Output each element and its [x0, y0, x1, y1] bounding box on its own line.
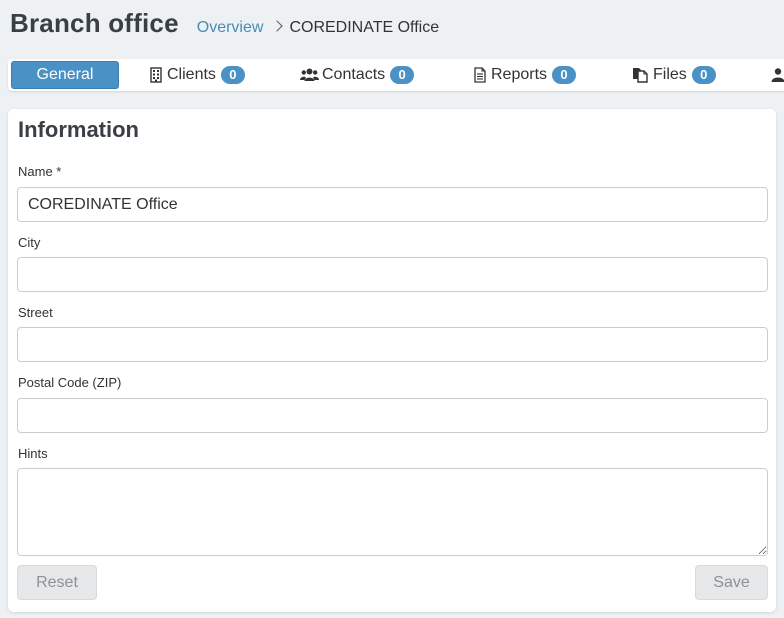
users-icon	[300, 67, 319, 83]
tab-label: General	[36, 66, 94, 83]
tab-contacts[interactable]: Contacts 0	[300, 61, 415, 89]
count-badge: 0	[220, 66, 245, 84]
page-header: Branch office Overview COREDINATE Office	[10, 8, 439, 48]
name-input[interactable]	[17, 187, 768, 222]
tab-bar: General Clients 0 Contacts 0 Reports 0 F…	[8, 59, 784, 91]
building-icon	[148, 67, 164, 83]
tab-label: Files	[653, 66, 687, 83]
hints-label: Hints	[18, 446, 48, 461]
chevron-right-icon	[271, 20, 284, 32]
tab-clients[interactable]: Clients 0	[148, 61, 245, 89]
breadcrumb-overview-link[interactable]: Overview	[197, 19, 264, 37]
reset-button[interactable]: Reset	[17, 565, 97, 600]
tab-label: Contacts	[322, 66, 386, 83]
count-badge: 0	[390, 66, 415, 84]
tab-label: Reports	[491, 66, 548, 83]
tab-general[interactable]: General	[11, 61, 119, 89]
street-input[interactable]	[17, 327, 768, 362]
city-input[interactable]	[17, 257, 768, 292]
hints-textarea[interactable]	[17, 468, 768, 556]
card-title: Information	[18, 117, 139, 142]
zip-label: Postal Code (ZIP)	[18, 375, 122, 390]
user-icon	[770, 67, 784, 83]
breadcrumb-current: COREDINATE Office	[289, 19, 440, 36]
zip-input[interactable]	[17, 398, 768, 433]
information-card: Information Name * City Street Postal Co…	[8, 109, 776, 612]
page-title: Branch office	[10, 8, 179, 38]
document-icon	[472, 67, 488, 83]
count-badge: 0	[691, 66, 716, 84]
files-icon	[632, 67, 650, 83]
count-badge: 0	[552, 66, 577, 84]
tab-reports[interactable]: Reports 0	[472, 61, 577, 89]
name-label: Name *	[18, 164, 62, 179]
breadcrumb: Overview COREDINATE Office	[197, 19, 439, 37]
city-label: City	[18, 235, 41, 250]
tab-user[interactable]	[770, 61, 784, 89]
street-label: Street	[18, 305, 53, 320]
tab-files[interactable]: Files 0	[632, 61, 716, 89]
tab-label: Clients	[167, 66, 216, 83]
save-button[interactable]: Save	[695, 565, 768, 600]
